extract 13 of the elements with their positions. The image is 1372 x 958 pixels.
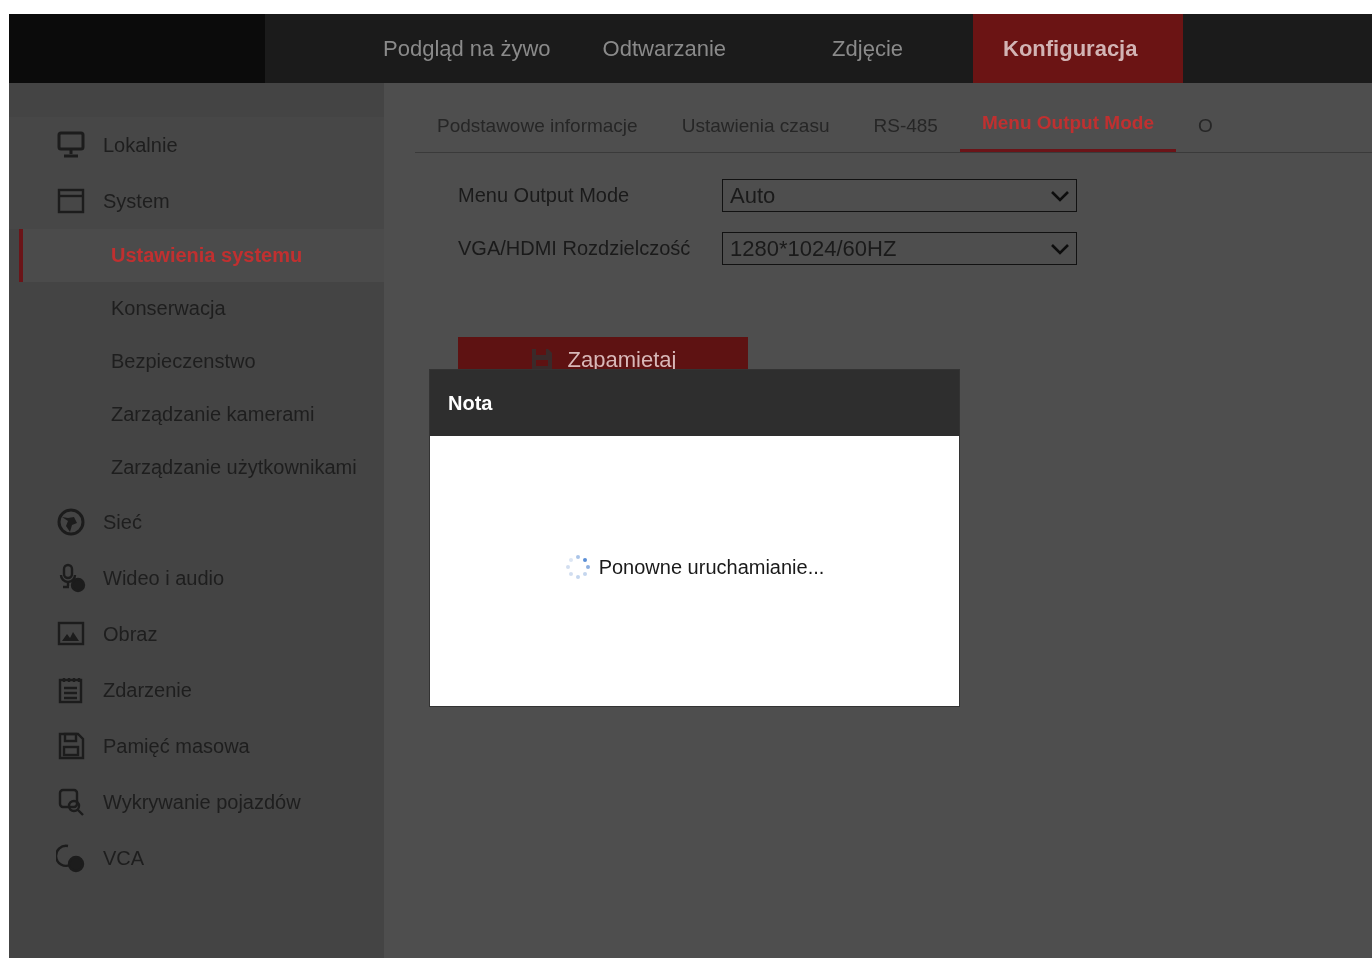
dialog-title: Nota (448, 391, 493, 415)
nav-tab[interactable]: Podgląd na żywo (357, 14, 577, 83)
nav-tab[interactable]: Konfiguracja (973, 14, 1183, 83)
dialog-message: Ponowne uruchamianie... (598, 555, 825, 579)
settings-tab[interactable]: Menu Output Mode (959, 100, 1176, 152)
monitor-icon (56, 130, 86, 160)
nav-tab[interactable]: Odtwarzanie (576, 14, 753, 83)
globe-icon (56, 507, 86, 537)
caret-icon (1050, 242, 1070, 255)
nav-tab[interactable]: Zdjęcie (752, 14, 973, 83)
caret-icon (1050, 189, 1070, 202)
sidebar-subitem[interactable]: Ustawienia systemu (19, 229, 384, 282)
window-icon (56, 186, 86, 216)
